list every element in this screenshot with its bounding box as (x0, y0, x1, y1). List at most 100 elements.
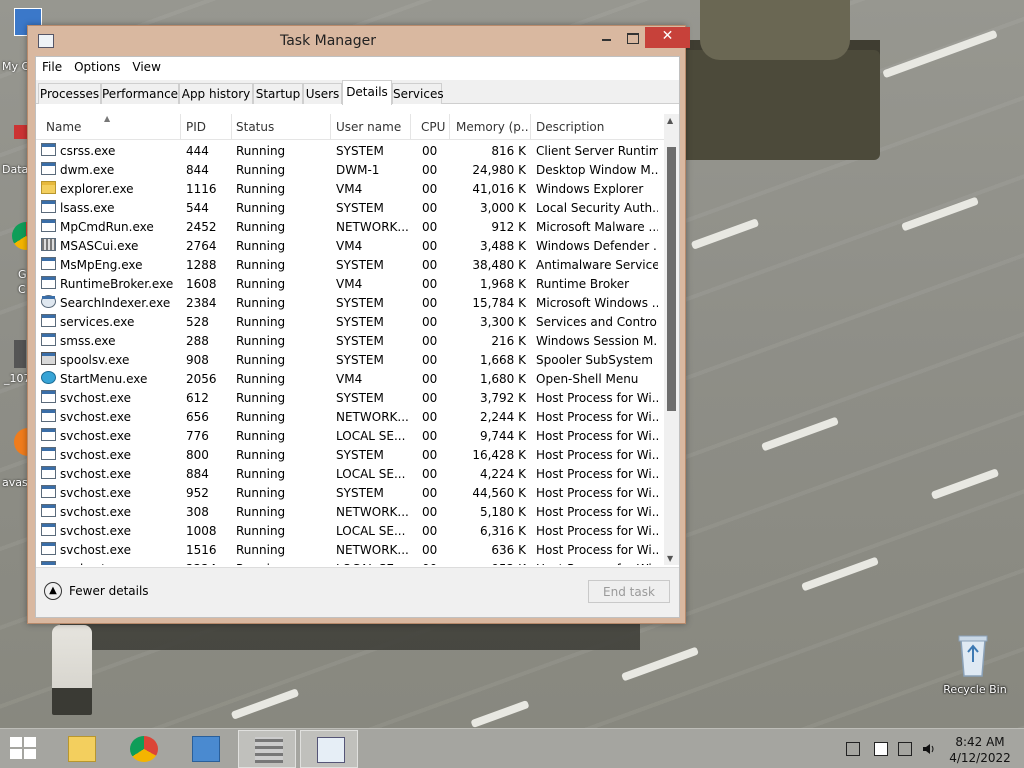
column-divider[interactable] (330, 114, 331, 140)
table-row[interactable]: dwm.exe 844 Running DWM-1 00 24,980 K Desktop … (36, 160, 664, 179)
flag-icon[interactable] (874, 742, 888, 756)
column-divider[interactable] (530, 114, 531, 140)
minimize-button[interactable] (593, 27, 619, 48)
table-row[interactable]: RuntimeBroker.exe 1608 Running VM4 00 1,968 K… (36, 274, 664, 293)
table-row[interactable]: lsass.exe 544 Running SYSTEM 00 3,000 K Local … (36, 198, 664, 217)
scroll-up-icon[interactable]: ▲ (667, 116, 673, 125)
tab-users[interactable]: Users (303, 83, 342, 104)
menu-bar: File Options View (36, 57, 679, 79)
volume-icon[interactable] (922, 742, 936, 756)
folder-icon (41, 181, 56, 194)
table-row[interactable]: svchost.exe 776 Running LOCAL SE... 00 9,744 … (36, 426, 664, 445)
taskbar-file-explorer[interactable] (52, 730, 110, 768)
table-row[interactable]: StartMenu.exe 2056 Running VM4 00 1,680 K Open… (36, 369, 664, 388)
cell-user: NETWORK... (336, 505, 408, 519)
table-row[interactable]: svchost.exe 884 Running LOCAL SE... 00 4,224 … (36, 464, 664, 483)
end-task-button[interactable]: End task (588, 580, 670, 603)
column-header-description[interactable]: Description (536, 120, 604, 134)
cell-status: Running (236, 486, 286, 500)
close-button[interactable]: ✕ (645, 27, 690, 48)
table-row[interactable]: svchost.exe 952 Running SYSTEM 00 44,560 K Hos… (36, 483, 664, 502)
action-center-icon[interactable] (846, 742, 860, 756)
table-row[interactable]: SearchIndexer.exe 2384 Running SYSTEM 00 15,7… (36, 293, 664, 312)
menu-options[interactable]: Options (68, 57, 126, 79)
table-row[interactable]: smss.exe 288 Running SYSTEM 00 216 K Windows S… (36, 331, 664, 350)
cell-description: Host Process for Wi... (536, 410, 658, 424)
recycle-bin-icon[interactable] (955, 632, 991, 678)
table-row[interactable]: spoolsv.exe 908 Running SYSTEM 00 1,668 K Spoo… (36, 350, 664, 369)
column-divider[interactable] (180, 114, 181, 140)
cell-description: Antimalware Service... (536, 258, 658, 272)
cell-status: Running (236, 562, 326, 565)
column-divider[interactable] (449, 114, 450, 140)
taskbar-control-panel[interactable] (176, 730, 234, 768)
tab-processes[interactable]: Processes (38, 83, 101, 104)
cell-description: Windows Session M... (536, 334, 658, 348)
tab-app-history[interactable]: App history (179, 83, 253, 104)
road-marking (621, 646, 699, 682)
table-row[interactable]: svchost.exe 656 Running NETWORK... 00 2,244 K… (36, 407, 664, 426)
table-row[interactable]: services.exe 528 Running SYSTEM 00 3,300 K Ser… (36, 312, 664, 331)
network-icon[interactable] (898, 742, 912, 756)
cell-user: SYSTEM (336, 334, 384, 348)
cell-description: Host Process for Wi... (536, 391, 658, 405)
cell-status: Running (236, 429, 286, 443)
menu-file[interactable]: File (36, 57, 68, 79)
fewer-details-button[interactable]: Fewer details (69, 584, 149, 598)
desktop-label-1: My C (2, 60, 30, 73)
title-bar[interactable]: Task Manager ✕ (28, 26, 690, 56)
table-row[interactable]: svchost.exe 308 Running NETWORK... 00 5,180 K… (36, 502, 664, 521)
cell-pid: 2764 (186, 239, 217, 253)
scroll-down-icon[interactable]: ▼ (667, 554, 673, 563)
table-row[interactable]: MpCmdRun.exe 2452 Running NETWORK... 00 912 K… (36, 217, 664, 236)
cell-cpu: 00 (422, 296, 438, 310)
tab-details[interactable]: Details (342, 80, 392, 105)
cell-status: Running (236, 334, 286, 348)
table-row[interactable]: MsMpEng.exe 1288 Running SYSTEM 00 38,480 K An… (36, 255, 664, 274)
table-row[interactable]: svchost.exe 2224 Running LOCAL SE... 00 952 K… (36, 559, 664, 565)
system-clock[interactable]: 8:42 AM 4/12/2022 (940, 734, 1020, 766)
taskbar-task-manager[interactable] (300, 730, 358, 768)
table-row[interactable]: svchost.exe 1516 Running NETWORK... 00 636 K H… (36, 540, 664, 559)
data-icon[interactable] (14, 125, 28, 139)
taskbar-firewall[interactable] (238, 730, 296, 768)
tab-startup[interactable]: Startup (253, 83, 303, 104)
vertical-scrollbar[interactable]: ▲ ▼ (664, 114, 679, 565)
column-header-name[interactable]: Name (46, 120, 81, 134)
table-row[interactable]: svchost.exe 612 Running SYSTEM 00 3,792 K Host… (36, 388, 664, 407)
column-header-status[interactable]: Status (236, 120, 274, 134)
table-row[interactable]: svchost.exe 1008 Running LOCAL SE... 00 6,316… (36, 521, 664, 540)
cell-name: svchost.exe (60, 429, 131, 443)
cell-cpu: 00 (422, 315, 438, 329)
column-header-pid[interactable]: PID (186, 120, 206, 134)
table-row[interactable]: csrss.exe 444 Running SYSTEM 00 816 K Client S… (36, 141, 664, 160)
start-button[interactable] (10, 737, 38, 761)
tab-performance[interactable]: Performance (101, 83, 179, 104)
cell-pid: 2384 (186, 296, 217, 310)
menu-view[interactable]: View (126, 57, 166, 79)
cell-cpu: 00 (422, 144, 438, 158)
cell-name: RuntimeBroker.exe (60, 277, 174, 291)
tab-services[interactable]: Services (392, 83, 444, 104)
cell-user: SYSTEM (336, 258, 384, 272)
table-row[interactable]: svchost.exe 800 Running SYSTEM 00 16,428 K Hos… (36, 445, 664, 464)
column-header-memory[interactable]: Memory (p... (456, 120, 528, 134)
scrollbar-thumb[interactable] (667, 147, 676, 411)
cell-pid: 800 (186, 448, 209, 462)
cell-status: Running (236, 372, 286, 386)
maximize-button[interactable] (619, 27, 645, 48)
table-row[interactable]: MSASCui.exe 2764 Running VM4 00 3,488 K Window… (36, 236, 664, 255)
app-icon (41, 409, 56, 422)
cell-cpu: 00 (422, 467, 438, 481)
file-icon[interactable] (14, 340, 26, 368)
column-header-cpu[interactable]: CPU (421, 120, 445, 134)
chevron-up-icon[interactable]: ▲ (44, 582, 62, 600)
column-divider[interactable] (410, 114, 411, 140)
column-header-user-name[interactable]: User name (336, 120, 401, 134)
cell-pid: 2452 (186, 220, 217, 234)
road-marking (230, 688, 300, 720)
shell-icon (41, 371, 56, 384)
column-divider[interactable] (231, 114, 232, 140)
taskbar-chrome[interactable] (114, 730, 172, 768)
table-row[interactable]: explorer.exe 1116 Running VM4 00 41,016 K Wind… (36, 179, 664, 198)
